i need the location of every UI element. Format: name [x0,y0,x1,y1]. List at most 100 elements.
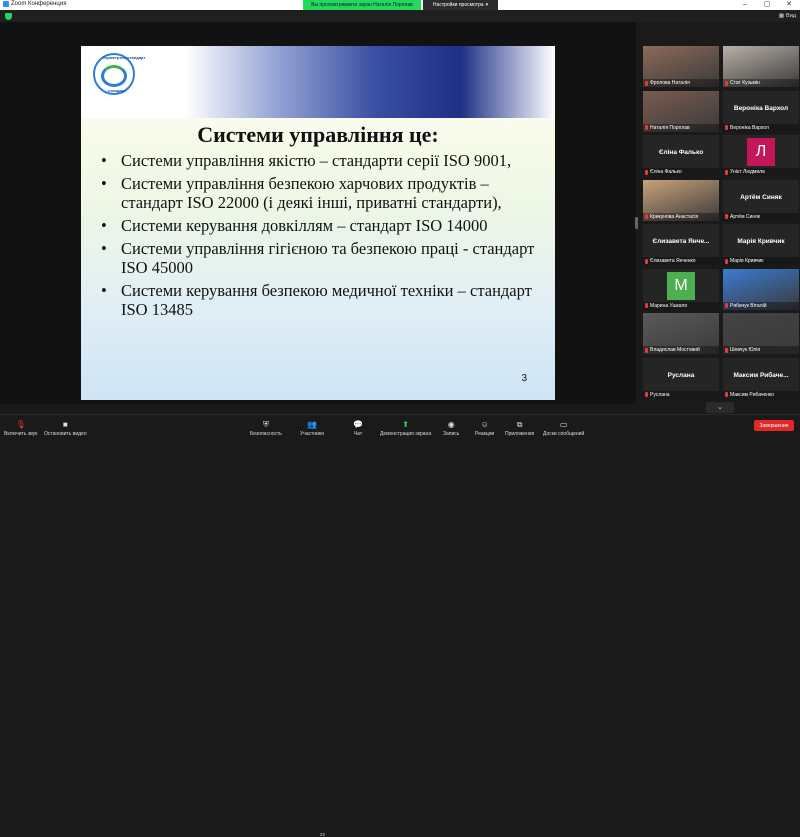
microphone-muted-icon [725,303,728,308]
microphone-muted-icon [645,80,648,86]
participant-tile[interactable]: Єліна Фалько Єліна Фалько [643,135,719,176]
chat-bubble-icon: 💬 [353,420,363,429]
record-button[interactable]: ◉ Запись [443,415,459,438]
participant-display-name: Артём Синяк [740,193,782,201]
window-title: Zoom Конференция [11,1,67,7]
participant-caption: Марина Ушкало [643,301,719,310]
security-button[interactable]: ⛨ Безопасность [250,415,282,438]
participant-name: Вероніка Вархол [730,124,769,131]
participants-gallery: Фролова Наталія Стат Кузьмін Наталія Порпл… [640,46,800,402]
participant-caption: Єлизавета Янченко [643,257,719,265]
apps-button[interactable]: ⧉ Приложения [505,415,534,438]
participants-button[interactable]: 👥 Участники [300,415,324,438]
participant-tile[interactable]: Марія Кривчик Марія Кривчик [723,224,799,265]
participant-caption: Марія Кривчик [723,257,799,265]
video-camera-icon: ■ [62,420,68,429]
participant-tile[interactable]: Руслана Руслана [643,357,719,399]
chat-button[interactable]: 💬 Чат [353,415,363,438]
microphone-muted-icon [645,169,648,175]
participant-tile[interactable]: Артём Синяк Артём Синяк [723,179,799,221]
mute-button[interactable]: 🎙 Включить звук [4,415,37,438]
share-screen-icon: ⬆ [402,420,409,429]
record-icon: ◉ [447,420,455,429]
grid-icon: ▦ [778,13,785,19]
logo-bottom-text: стандарт [108,88,126,93]
participant-name: Марина Ушкало [650,302,688,309]
microphone-muted-icon [725,392,728,397]
zoom-logo-icon [3,1,9,7]
participant-name: Максим Рибаченко [730,391,775,398]
end-meeting-button[interactable]: Завершение [754,420,794,431]
participant-name: Фролова Наталія [650,80,690,86]
participant-caption: Шевчук Юлія [723,346,799,354]
microphone-muted-icon [725,214,728,219]
participant-caption: Руслана [643,390,719,399]
smile-icon: ☺ [480,420,489,429]
participant-display-name: Марія Кривчик [737,238,785,245]
microphone-muted-icon [725,169,728,175]
participant-tile[interactable]: Шевчук Юлія [723,313,799,354]
logo-top-text: Укрметртестстандарт [103,55,146,60]
slide-bullet-list: Системи управління якістю – стандарти се… [99,151,544,323]
chevron-down-icon: ▾ [485,2,489,8]
meeting-toolbar: 🎙 Включить звук ■ Остановить видео ⛨ Без… [0,414,800,837]
participant-caption: Владислав Мостовий [643,346,719,354]
participant-tile[interactable]: Вероніка Вархол Вероніка Вархол [723,90,799,132]
bullet-item: Системи управління якістю – стандарти се… [99,151,544,170]
participant-tile[interactable]: Крикунова Анастасія [643,179,719,221]
participant-display-name: Руслана [667,371,695,379]
bullet-item: Системи управління гігієною та безпекою … [99,239,544,277]
participant-tile[interactable]: Наталія Порплав [643,90,719,132]
participant-name: Шевчук Юлія [730,347,761,353]
microphone-muted-icon [645,125,648,130]
panel-resize-handle[interactable] [635,217,638,229]
participant-caption: Рибачук Віталій [723,301,799,310]
slide-header-band [81,46,555,118]
participant-name: Унієт Людмила [730,169,765,175]
chevron-down-icon[interactable]: ⌄ [706,402,734,413]
participant-tile[interactable]: Рибачук Віталій [723,268,799,310]
people-icon: 👥 [306,420,317,429]
participant-name: Наталія Порплав [650,124,690,131]
participant-display-name: Максим Рибаче... [733,371,789,379]
close-button[interactable]: ✕ [778,0,800,10]
maximize-button[interactable]: ▢ [756,0,778,10]
app-title: Zoom Конференция [3,1,66,7]
shield-icon: ⛨ [262,420,269,429]
participant-tile[interactable]: Л Унієт Людмила [723,135,799,176]
participant-name: Крикунова Анастасія [650,213,699,220]
minimize-button[interactable]: – [734,0,756,10]
bullet-item: Системи управління безпекою харчових про… [99,174,544,212]
participant-name: Артём Синяк [730,213,760,220]
reactions-button[interactable]: ☺ Реакции [475,415,494,438]
participant-tile[interactable]: Максим Рибаче... Максим Рибаченко [723,357,799,399]
participant-name: Рибачук Віталій [730,302,767,309]
share-banner: Вы просматриваете экран Наталія Порплав [303,0,421,10]
participant-tile[interactable]: Єлизавета Янче... Єлизавета Янченко [643,224,719,265]
participant-name: Єлизавета Янченко [650,258,696,264]
microphone-muted-icon [645,303,648,308]
participants-count-badge: 22 [320,832,326,837]
participant-avatar: М [667,271,695,300]
participant-tile[interactable]: Фролова Наталія [643,46,719,87]
participant-caption: Фролова Наталія [643,79,719,87]
participant-caption: Унієт Людмила [723,168,799,176]
window-controls: – ▢ ✕ [734,0,800,10]
microphone-muted-icon [645,214,648,219]
share-screen-button[interactable]: ⬆ Демонстрация экрана [380,415,431,438]
whiteboard-button[interactable]: ▭ Доски сообщений [543,415,584,438]
participant-avatar: Л [747,138,775,166]
shield-icon[interactable] [5,13,12,20]
logo-ring-icon [101,65,127,87]
participant-tile[interactable]: Владислав Мостовий [643,313,719,354]
microphone-muted-icon [725,347,728,353]
view-options-button[interactable]: Настройки просмотра ▾ [423,0,498,10]
participant-tile[interactable]: Стат Кузьмін [723,46,799,87]
participant-caption: Артём Синяк [723,212,799,221]
participant-caption: Крикунова Анастасія [643,212,719,221]
stop-video-button[interactable]: ■ Остановить видео [44,415,87,438]
participant-tile[interactable]: М Марина Ушкало [643,268,719,310]
bullet-item: Системи керування довкіллям – стандарт I… [99,216,544,235]
apps-icon: ⧉ [516,420,523,429]
view-button[interactable]: ▦ Вид [779,13,796,19]
